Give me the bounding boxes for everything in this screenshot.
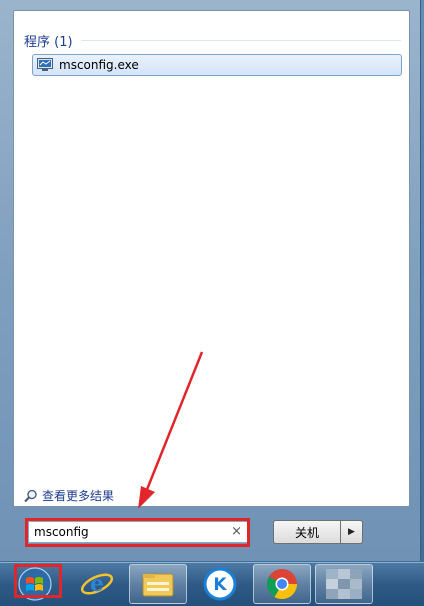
shutdown-options-arrow-icon[interactable]: ▶ (341, 520, 363, 544)
taskbar-item-kugou[interactable]: K (191, 564, 249, 604)
search-highlight-box (25, 518, 250, 547)
blurred-app-icon (326, 569, 362, 599)
result-item-label: msconfig.exe (59, 58, 139, 72)
taskbar-item-explorer[interactable] (129, 564, 187, 604)
programs-group-header[interactable]: 程序 (1) (24, 31, 401, 50)
shutdown-button[interactable]: 关机 (273, 520, 341, 544)
start-menu: 程序 (1) msconfig.exe 查看更多结果 msconfig × 关机… (0, 0, 421, 561)
search-results-pane: 程序 (1) msconfig.exe 查看更多结果 (13, 10, 410, 507)
see-more-label: 查看更多结果 (42, 489, 115, 503)
svg-text:e: e (90, 571, 104, 597)
system-config-icon (37, 58, 53, 72)
svg-text:K: K (213, 575, 227, 595)
programs-group-title: 程序 (1) (24, 34, 73, 50)
taskbar-item-chrome[interactable] (253, 564, 311, 604)
kugou-music-icon: K (203, 567, 237, 601)
see-more-results-link[interactable]: 查看更多结果 (24, 487, 114, 504)
start-highlight-box (14, 564, 62, 598)
result-item-msconfig[interactable]: msconfig.exe (32, 54, 402, 76)
file-explorer-icon (142, 573, 174, 597)
internet-explorer-icon: e (80, 571, 114, 597)
magnifier-icon (24, 489, 38, 503)
group-divider (80, 39, 401, 41)
taskbar-item-blurred[interactable] (315, 564, 373, 604)
chrome-browser-icon (266, 569, 297, 600)
taskbar-item-ie[interactable]: e (68, 564, 126, 604)
shutdown-group: 关机 ▶ (273, 520, 363, 544)
